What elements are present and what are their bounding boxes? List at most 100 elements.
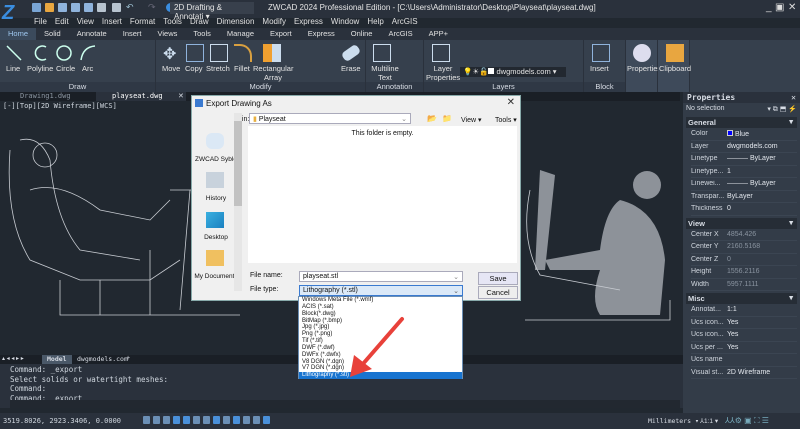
stretch-button[interactable]: Stretch: [206, 64, 230, 73]
ortho-icon[interactable]: [163, 416, 170, 424]
new-icon[interactable]: [32, 3, 41, 12]
command-input[interactable]: [10, 400, 680, 408]
menu-help[interactable]: Help: [363, 17, 387, 28]
menu-file[interactable]: File: [30, 17, 51, 28]
section-misc[interactable]: Misc: [686, 293, 797, 304]
menu-modify[interactable]: Modify: [258, 17, 290, 28]
layout-tab-model[interactable]: Model: [42, 355, 72, 364]
qp-icon[interactable]: [253, 416, 260, 424]
lineweight-icon[interactable]: [213, 416, 220, 424]
tab-insert[interactable]: Insert: [115, 28, 150, 40]
clipboard-panel-button[interactable]: Clipboard: [658, 40, 691, 92]
multiline-text-button[interactable]: Multiline Text: [368, 64, 402, 82]
place-my-documents[interactable]: My Documents: [194, 273, 238, 280]
file-list[interactable]: This folder is empty.: [248, 126, 517, 263]
place-history[interactable]: History: [194, 195, 238, 202]
tab-home[interactable]: Home: [0, 28, 37, 40]
tab-manage[interactable]: Manage: [219, 28, 262, 40]
tab-online[interactable]: Online: [343, 28, 381, 40]
arc-button[interactable]: Arc: [82, 64, 93, 73]
option-wmf[interactable]: Windows Meta File (*.wmf): [299, 297, 462, 304]
save-button[interactable]: Save: [478, 272, 518, 285]
tab-views[interactable]: Views: [150, 28, 186, 40]
file-type-dropdown[interactable]: Lithography (*.stl) ⌄: [299, 285, 463, 296]
menu-window[interactable]: Window: [327, 17, 363, 28]
viewport-label[interactable]: [-][Top][2D Wireframe][WCS]: [3, 102, 117, 110]
prop-row-center-z[interactable]: Center Z 0: [691, 254, 797, 266]
layout-nav-icon[interactable]: ▴ ◂ ◂ ▸ ▸: [2, 355, 24, 362]
section-general[interactable]: General: [686, 117, 797, 128]
prop-row-lineweight[interactable]: Linewei... ——— ByLayer: [691, 178, 797, 191]
selection-cycling-icon[interactable]: [233, 416, 240, 424]
file-name-input[interactable]: playseat.stl ⌄: [299, 271, 463, 282]
place-desktop[interactable]: Desktop: [194, 234, 238, 241]
prop-row-annotation-scale[interactable]: Annotat... 1:1: [691, 304, 797, 317]
copy-button[interactable]: Copy: [185, 64, 203, 73]
undo-icon[interactable]: ↶: [126, 2, 135, 12]
osnap-icon[interactable]: [183, 416, 190, 424]
prop-row-width[interactable]: Width 5957.1111: [691, 279, 797, 291]
polyline-button[interactable]: Polyline: [27, 64, 53, 73]
transparency-icon[interactable]: [223, 416, 230, 424]
tab-app-plus[interactable]: APP+: [421, 28, 456, 40]
insert-block-button[interactable]: Insert: [590, 64, 609, 73]
prop-row-ucs-name[interactable]: Ucs name: [691, 354, 797, 367]
prop-row-thickness[interactable]: Thickness 0: [691, 203, 797, 216]
prop-row-transparency[interactable]: Transpar... ByLayer: [691, 191, 797, 203]
close-tab-icon[interactable]: ✕: [178, 92, 184, 100]
print-icon[interactable]: [97, 3, 106, 12]
move-button[interactable]: Move: [162, 64, 180, 73]
prop-row-linetype-scale[interactable]: Linetype... 1: [691, 166, 797, 178]
grid-icon[interactable]: [143, 416, 150, 424]
circle-button[interactable]: Circle: [56, 64, 75, 73]
tab-arcgis[interactable]: ArcGIS: [380, 28, 420, 40]
save-as-icon[interactable]: [71, 3, 80, 12]
maximize-button[interactable]: ▣: [775, 2, 784, 13]
tools-menu-button[interactable]: Tools ▾: [495, 116, 517, 124]
close-button[interactable]: ✕: [788, 2, 796, 13]
prop-row-ucs-icon-on[interactable]: Ucs icon... Yes: [691, 317, 797, 329]
prop-row-layer[interactable]: Layer dwgmodels.com: [691, 141, 797, 153]
polar-icon[interactable]: [173, 416, 180, 424]
open-icon[interactable]: [45, 3, 54, 12]
section-view[interactable]: View: [686, 217, 797, 229]
close-properties-icon[interactable]: ✕: [791, 93, 796, 102]
line-button[interactable]: Line: [6, 64, 20, 73]
redo-icon[interactable]: ↷: [148, 2, 157, 12]
units-dropdown[interactable]: Millimeters ▾: [648, 417, 699, 425]
layout-tab-dwgmodels[interactable]: dwgmodels.com: [72, 355, 133, 364]
prop-row-visual-style[interactable]: Visual st... 2D Wireframe: [691, 367, 797, 379]
prop-row-center-y[interactable]: Center Y 2160.5168: [691, 241, 797, 254]
status-tools-icon[interactable]: ⅄⅄⚙ ▣ ⛶ ☰: [725, 416, 769, 426]
cancel-button[interactable]: Cancel: [478, 286, 518, 299]
places-scrollbar[interactable]: [234, 113, 242, 291]
prop-row-linetype[interactable]: Linetype ——— ByLayer: [691, 153, 797, 166]
prop-row-color[interactable]: Color Blue: [691, 128, 797, 141]
tab-tools[interactable]: Tools: [185, 28, 219, 40]
tab-solid[interactable]: Solid: [36, 28, 69, 40]
option-acis[interactable]: ACIS (*.sat): [299, 304, 462, 311]
dialog-close-button[interactable]: ✕: [507, 97, 515, 108]
tab-express[interactable]: Express: [300, 28, 343, 40]
annotation-monitor-icon[interactable]: [243, 416, 250, 424]
place-zwcad-syble[interactable]: ZWCAD Syble: [194, 156, 238, 163]
quick-select-icon[interactable]: ▾ ⧉ ⬒ ⚡: [767, 105, 797, 114]
menu-format[interactable]: Format: [126, 17, 159, 28]
menu-express[interactable]: Express: [290, 17, 327, 28]
menu-arcgis[interactable]: ArcGIS: [388, 17, 422, 28]
fillet-button[interactable]: Fillet: [234, 64, 250, 73]
zoom-icon[interactable]: [112, 3, 121, 12]
layer-dropdown[interactable]: 💡☀🔓 dwgmodels.com ▾: [460, 67, 566, 77]
save-icon[interactable]: [58, 3, 67, 12]
erase-button[interactable]: Erase: [341, 64, 361, 73]
dyn-icon[interactable]: [203, 416, 210, 424]
menu-edit[interactable]: Edit: [51, 17, 73, 28]
menu-draw[interactable]: Draw: [186, 17, 213, 28]
workspace-dropdown[interactable]: 2D Drafting & Annotati ▾: [170, 2, 254, 21]
minimize-button[interactable]: _: [766, 2, 772, 13]
layer-properties-button[interactable]: Layer Properties: [426, 64, 460, 82]
rectangular-array-button[interactable]: Rectangular Array: [253, 64, 293, 82]
zwcad-logo-icon[interactable]: Z: [2, 2, 24, 24]
selection-dropdown[interactable]: No selection ▾ ⧉ ⬒ ⚡: [683, 103, 800, 115]
view-menu-button[interactable]: View ▾: [461, 116, 482, 124]
